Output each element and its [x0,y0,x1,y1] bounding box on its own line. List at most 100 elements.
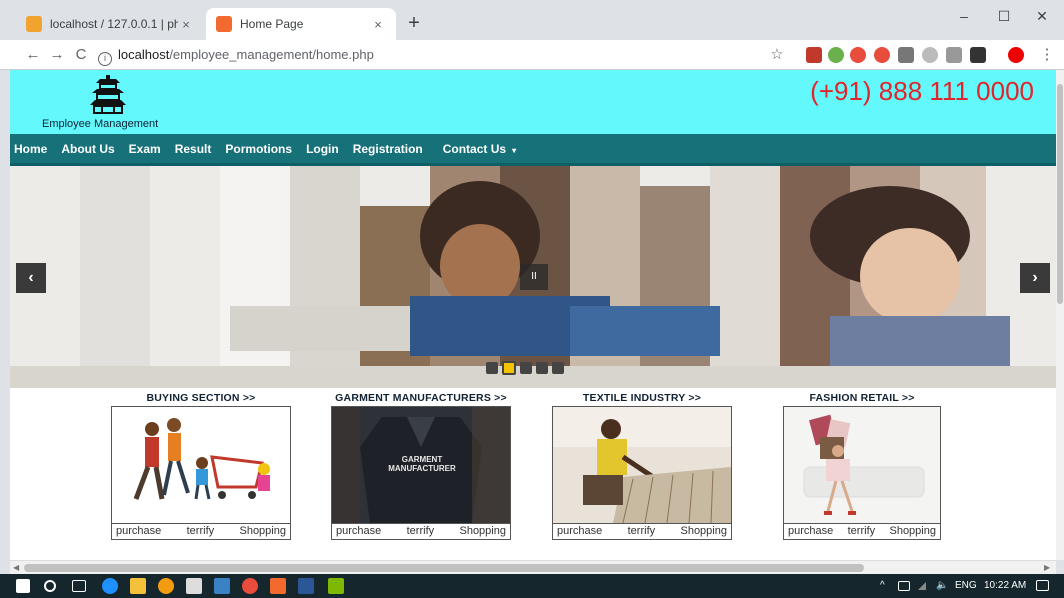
nav-about-us[interactable]: About Us [61,142,114,156]
page-favicon-icon [216,16,232,32]
notifications-icon[interactable] [1036,580,1049,591]
link-purchase[interactable]: purchase [557,524,602,539]
slider-dot-active[interactable] [502,361,516,375]
file-explorer-icon[interactable] [130,578,146,594]
brand-name: Employee Management [42,118,159,130]
reload-button[interactable]: C [70,44,92,66]
extension-icon[interactable] [922,47,938,63]
card-title[interactable]: FASHION RETAIL >> [783,390,941,406]
slider-prev-button[interactable]: ‹ [16,263,46,293]
profile-avatar-icon[interactable] [1008,47,1024,63]
horizontal-scrollbar[interactable]: ◀ ▶ [10,560,1056,574]
card-image[interactable]: GARMENT MANUFACTURER [331,406,511,524]
slider-pause-button[interactable]: II [520,264,548,290]
link-shopping[interactable]: Shopping [239,524,286,539]
firefox-icon[interactable] [158,578,174,594]
nav-registration[interactable]: Registration [353,142,423,156]
close-window-button[interactable]: ✕ [1022,0,1062,32]
scrollbar-thumb[interactable] [1057,84,1063,304]
wifi-icon[interactable] [918,582,926,590]
app-icon[interactable] [214,578,230,594]
family-shopping-image [112,407,290,523]
app-icon[interactable] [270,578,286,594]
textile-worker-image [553,407,731,523]
card-fashion-retail: FASHION RETAIL >> purchase terrify Shopp… [783,390,941,540]
adblock-icon[interactable] [850,47,866,63]
link-purchase[interactable]: purchase [788,524,833,539]
volume-icon[interactable]: 🔈 [936,574,948,598]
extension-icon[interactable] [874,47,890,63]
pagoda-logo-icon [90,75,126,114]
word-icon[interactable] [298,578,314,594]
link-terrify[interactable]: terrify [848,524,876,539]
card-links: purchase terrify Shopping [783,524,941,540]
language-indicator[interactable]: ENG [955,574,977,598]
extension-icon[interactable] [806,47,822,63]
card-image[interactable] [783,406,941,524]
url-path: /employee_management/home.php [169,47,374,62]
scroll-left-icon[interactable]: ◀ [13,561,19,575]
nav-login[interactable]: Login [306,142,339,156]
card-image[interactable] [111,406,291,524]
new-tab-button[interactable]: + [402,12,426,36]
card-title[interactable]: TEXTILE INDUSTRY >> [552,390,732,406]
nav-exam[interactable]: Exam [129,142,161,156]
chrome-icon[interactable] [242,578,258,594]
address-bar[interactable]: i localhost/employee_management/home.php [98,43,792,67]
link-terrify[interactable]: terrify [407,524,435,539]
link-purchase[interactable]: purchase [116,524,161,539]
link-shopping[interactable]: Shopping [459,524,506,539]
nav-contact-us[interactable]: Contact Us ▾ [443,142,516,156]
scroll-right-icon[interactable]: ▶ [1044,561,1050,575]
task-view-icon[interactable] [72,580,86,592]
store-icon[interactable] [186,578,202,594]
close-tab-icon[interactable]: × [178,17,194,32]
download-icon[interactable] [946,47,962,63]
slider-dot[interactable] [536,362,548,374]
slider-dot[interactable] [520,362,532,374]
tray-chevron-icon[interactable]: ^ [880,574,885,598]
minimize-button[interactable]: – [944,0,984,32]
card-title[interactable]: BUYING SECTION >> [111,390,291,406]
maximize-button[interactable]: ☐ [984,0,1024,32]
card-title[interactable]: GARMENT MANUFACTURERS >> [331,390,511,406]
slider-next-button[interactable]: › [1020,263,1050,293]
back-button[interactable]: ← [22,44,44,66]
vertical-scrollbar[interactable] [1056,70,1064,560]
slider-dot[interactable] [486,362,498,374]
nav-pormotions[interactable]: Pormotions [225,142,292,156]
network-icon[interactable] [898,581,910,591]
search-icon[interactable] [44,580,56,592]
tab-title: localhost / 127.0.0.1 | phpMyAdm [50,17,178,31]
link-terrify[interactable]: terrify [187,524,215,539]
edge-icon[interactable] [102,578,118,594]
chrome-menu-icon[interactable]: ⋮ [1036,44,1058,66]
url-host: localhost [118,47,170,62]
tab-home-page[interactable]: Home Page × [206,8,396,40]
link-shopping[interactable]: Shopping [889,524,936,539]
extension-icon[interactable] [828,47,844,63]
close-tab-icon[interactable]: × [370,17,386,32]
card-image[interactable] [552,406,732,524]
scrollbar-thumb[interactable] [24,564,864,572]
card-textile-industry: TEXTILE INDUSTRY >> purchase terrify Sho… [552,390,732,540]
chevron-down-icon: ▾ [512,145,517,155]
app-icon[interactable] [328,578,344,594]
nav-home[interactable]: Home [14,142,47,156]
download-icon[interactable] [970,47,986,63]
browser-tabstrip: localhost / 127.0.0.1 | phpMyAdm × Home … [0,0,1064,40]
clock[interactable]: 10:22 AM [984,574,1026,598]
slider-dot[interactable] [552,362,564,374]
link-terrify[interactable]: terrify [628,524,656,539]
forward-button[interactable]: → [46,44,68,66]
tab-title: Home Page [240,17,304,31]
tab-phpmyadmin[interactable]: localhost / 127.0.0.1 | phpMyAdm × [16,8,204,40]
nav-result[interactable]: Result [175,142,212,156]
extension-icon[interactable] [898,47,914,63]
link-purchase[interactable]: purchase [336,524,381,539]
link-shopping[interactable]: Shopping [680,524,727,539]
info-icon[interactable]: i [98,52,112,66]
windows-start-icon[interactable] [16,579,30,593]
garment-caption: GARMENT MANUFACTURER [388,455,456,473]
bookmark-star-icon[interactable]: ☆ [766,44,788,66]
